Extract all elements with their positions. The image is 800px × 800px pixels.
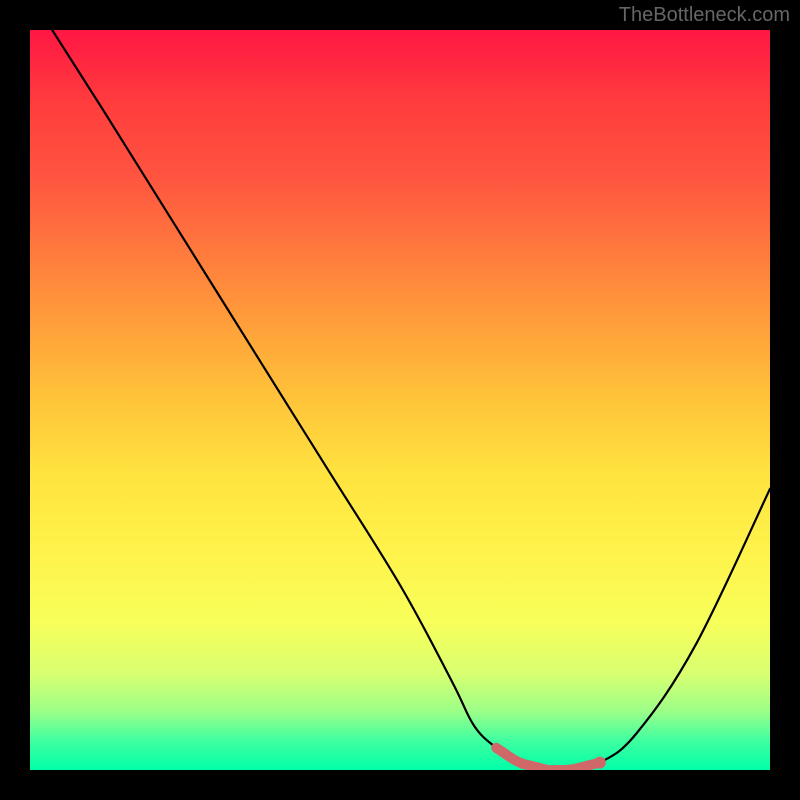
curve-layer [52,30,770,770]
bottleneck-chart [30,30,770,770]
watermark-text: TheBottleneck.com [619,4,790,27]
flat-region-overlay [496,748,600,770]
bottleneck-curve [52,30,770,770]
curve-marker-dot [594,757,606,769]
